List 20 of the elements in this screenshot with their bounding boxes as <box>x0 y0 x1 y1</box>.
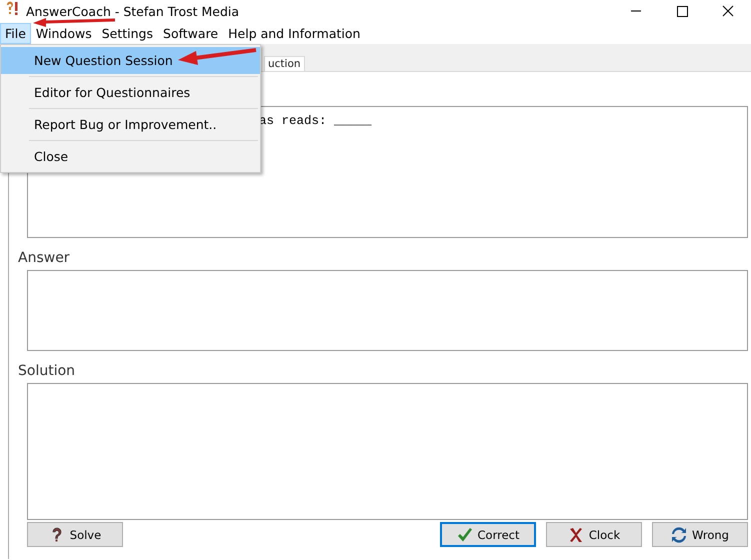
window-title: AnswerCoach - Stefan Trost Media <box>26 4 240 18</box>
answer-field[interactable] <box>27 270 748 351</box>
tab[interactable]: uction <box>264 56 305 71</box>
menu-item[interactable]: Windows <box>30 22 97 44</box>
checkmark-icon <box>456 526 472 542</box>
menu-item[interactable]: Editor for Questionnaires <box>1 79 260 106</box>
refresh-icon <box>671 526 688 542</box>
solution-label: Solution <box>18 363 76 381</box>
menu-item[interactable]: File <box>0 22 31 44</box>
menu-item[interactable]: Settings <box>96 22 158 44</box>
answer-label: Answer <box>18 250 71 268</box>
menu-item[interactable]: Software <box>158 22 224 44</box>
wrong-button[interactable]: Wrong <box>652 522 748 547</box>
solution-field[interactable] <box>27 383 748 520</box>
menu-item[interactable]: Help and Information <box>223 22 366 44</box>
cross-icon <box>568 526 584 542</box>
clock-button[interactable]: Clock <box>546 522 642 547</box>
solve-button[interactable]: Solve <box>27 522 123 547</box>
menu-item[interactable]: New Question Session <box>1 47 260 74</box>
correct-button[interactable]: Correct <box>440 522 536 547</box>
